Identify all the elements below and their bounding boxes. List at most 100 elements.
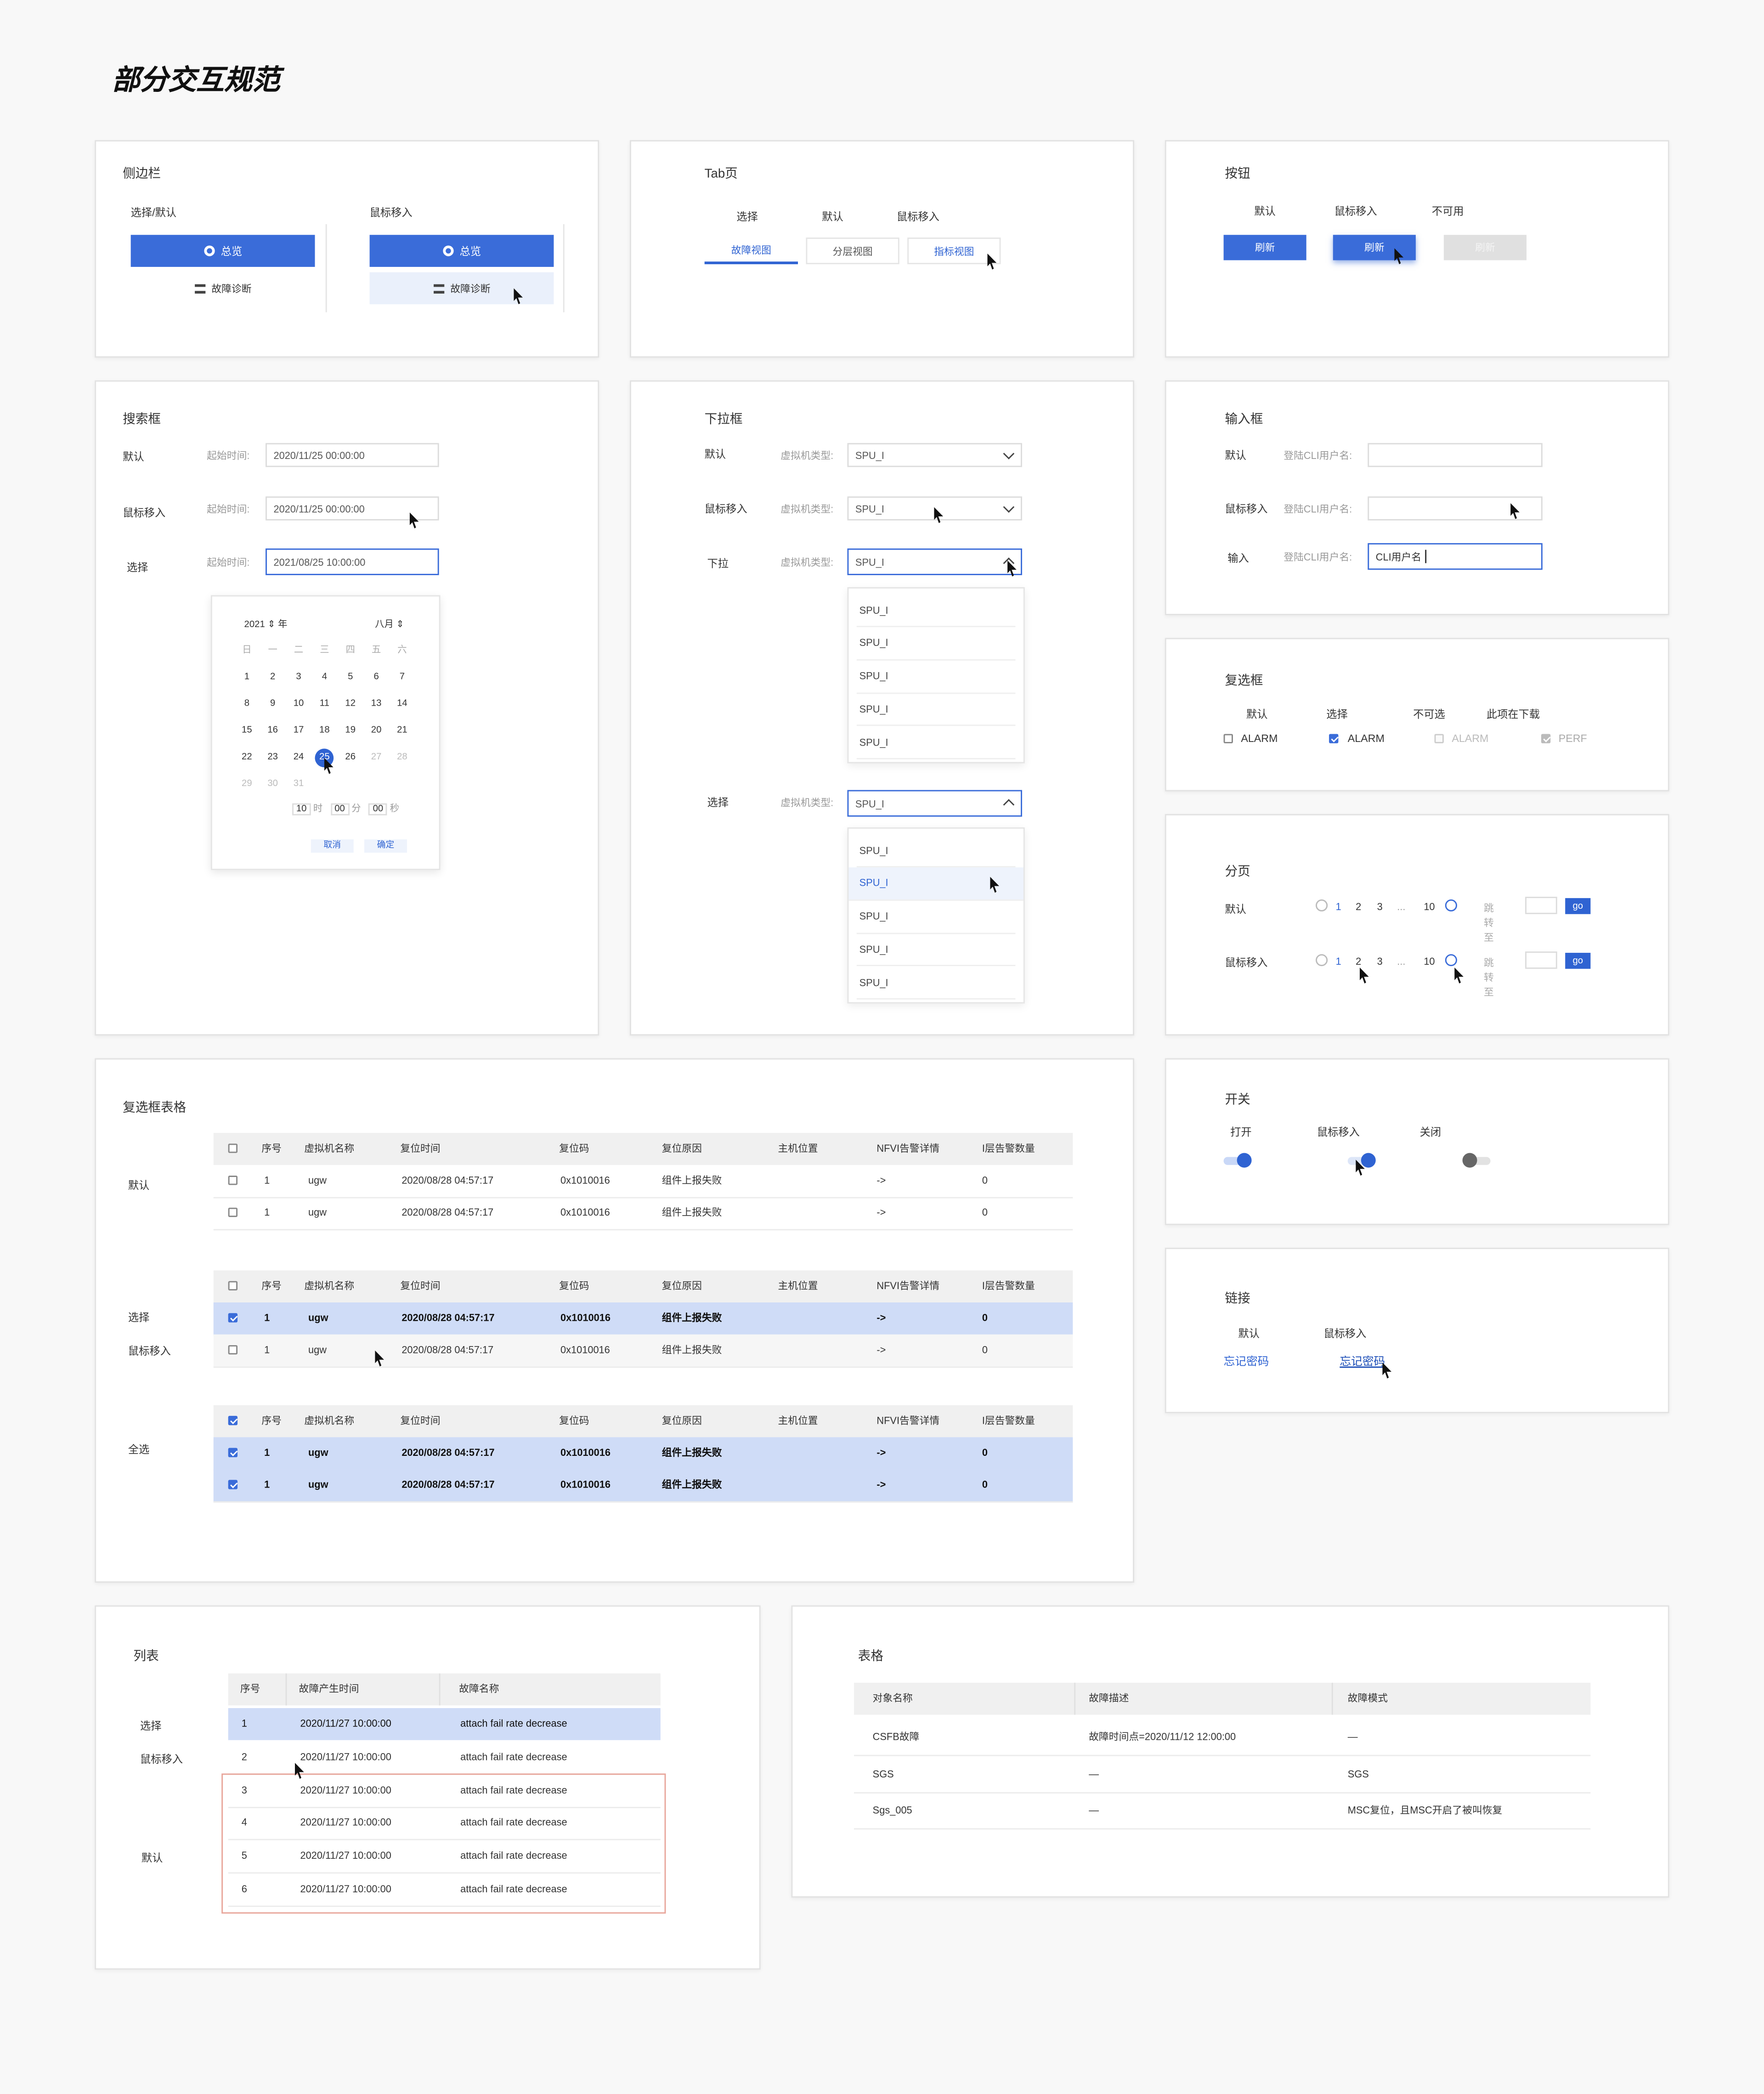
page-3[interactable]: 3 <box>1377 901 1383 913</box>
page-10[interactable]: 10 <box>1424 901 1435 913</box>
cli-user-input-typing[interactable]: CLI用户名 <box>1368 543 1543 570</box>
hour-input[interactable]: 10 <box>292 803 311 815</box>
calendar-day[interactable]: 2 <box>262 668 283 687</box>
prev-page-icon[interactable] <box>1316 899 1328 911</box>
calendar-day[interactable]: 20 <box>366 722 387 741</box>
list-item[interactable]: 1 2020/11/27 10:00:00 attach fail rate dec… <box>228 1708 661 1740</box>
table-row[interactable]: 1 ugw 2020/08/28 04:57:17 0x1010016 组件上报失败 ->… <box>213 1197 1073 1231</box>
sidebar-item-overview-active[interactable]: 总览 <box>130 235 315 267</box>
dropdown-option[interactable]: SPU_I <box>856 900 1016 934</box>
dropdown-option[interactable]: SPU_I <box>856 834 1016 868</box>
row-checkbox[interactable] <box>228 1176 238 1185</box>
dropdown-option[interactable]: SPU_I <box>856 967 1016 1000</box>
toggle-switch-off[interactable] <box>1462 1153 1492 1169</box>
calendar-day[interactable]: 11 <box>314 695 335 714</box>
table-row[interactable]: CSFB故障 故障时间点=2020/11/12 12:00:00 — <box>854 1719 1591 1756</box>
dropdown-option[interactable]: SPU_I <box>856 693 1016 727</box>
jump-page-input[interactable] <box>1525 951 1557 969</box>
cli-user-input[interactable] <box>1368 443 1543 467</box>
page-10[interactable]: 10 <box>1424 956 1435 968</box>
page-2[interactable]: 2 <box>1356 956 1361 968</box>
calendar-day[interactable]: 30 <box>262 775 283 794</box>
alarm-checkbox-checked[interactable] <box>1329 734 1339 743</box>
calendar-day[interactable]: 14 <box>391 695 413 714</box>
table-row[interactable]: 1 ugw 2020/08/28 04:57:17 0x1010016 组件上报失败 ->… <box>213 1165 1073 1199</box>
table-row[interactable]: 1 ugw 2020/08/28 04:57:17 0x1010016 组件上报失败 ->… <box>213 1334 1073 1368</box>
calendar-day[interactable]: 6 <box>366 668 387 687</box>
table-row[interactable]: 1 ugw 2020/08/28 04:57:17 0x1010016 组件上报失败 ->… <box>213 1302 1073 1336</box>
select-all-checkbox[interactable] <box>228 1143 238 1153</box>
row-checkbox[interactable] <box>228 1448 238 1457</box>
table-row[interactable]: 1 ugw 2020/08/28 04:57:17 0x1010016 组件上报失败 ->… <box>213 1469 1073 1503</box>
table-row[interactable]: Sgs_005 — MSC复位，且MSC开启了被叫恢复 <box>854 1792 1591 1830</box>
go-button[interactable]: go <box>1565 898 1591 914</box>
calendar-day[interactable]: 21 <box>391 722 413 741</box>
dropdown-option[interactable]: SPU_I <box>856 627 1016 661</box>
page-1[interactable]: 1 <box>1336 901 1341 913</box>
vm-type-select[interactable]: SPU_I <box>847 443 1023 467</box>
calendar-day[interactable]: 5 <box>340 668 361 687</box>
next-page-icon[interactable] <box>1445 899 1457 911</box>
calendar-day[interactable]: 4 <box>314 668 335 687</box>
calendar-day[interactable]: 10 <box>288 695 309 714</box>
calendar-day[interactable]: 7 <box>391 668 413 687</box>
calendar-day[interactable]: 8 <box>236 695 257 714</box>
cancel-button[interactable]: 取消 <box>311 839 354 853</box>
calendar-day[interactable]: 13 <box>366 695 387 714</box>
calendar-day[interactable]: 16 <box>262 722 283 741</box>
refresh-button[interactable]: 刷新 <box>1223 235 1306 260</box>
calendar-day[interactable]: 24 <box>288 749 309 768</box>
year-select[interactable]: 2021 ⇕ 年 <box>244 618 288 631</box>
sidebar-item-diagnosis[interactable]: 故障诊断 <box>131 272 315 305</box>
calendar-day[interactable]: 19 <box>340 722 361 741</box>
calendar-day[interactable]: 15 <box>236 722 257 741</box>
tab-metric-view-hover[interactable]: 指标视图 <box>907 238 1001 265</box>
forgot-password-link-hover[interactable]: 忘记密码 <box>1340 1353 1385 1369</box>
dropdown-option[interactable]: SPU_I <box>856 660 1016 694</box>
list-item[interactable]: 2 2020/11/27 10:00:00 attach fail rate dec… <box>228 1741 661 1775</box>
calendar-day[interactable]: 17 <box>288 722 309 741</box>
next-page-icon[interactable] <box>1445 954 1457 967</box>
select-all-checkbox[interactable] <box>228 1415 238 1426</box>
start-time-input-focused[interactable]: 2021/08/25 10:00:00 <box>266 548 439 575</box>
calendar-day[interactable]: 26 <box>340 749 361 768</box>
prev-page-icon[interactable] <box>1316 954 1328 967</box>
toggle-switch-on[interactable] <box>1223 1153 1253 1169</box>
calendar-day[interactable]: 1 <box>236 668 257 687</box>
table-row[interactable]: SGS — SGS <box>854 1755 1591 1793</box>
page-3[interactable]: 3 <box>1377 956 1383 968</box>
jump-page-input[interactable] <box>1525 896 1557 914</box>
minute-input[interactable]: 00 <box>330 803 349 815</box>
calendar-day[interactable]: 3 <box>288 668 309 687</box>
refresh-button-hover[interactable]: 刷新 <box>1333 235 1416 260</box>
calendar-day[interactable]: 28 <box>391 749 413 768</box>
calendar-day[interactable]: 23 <box>262 749 283 768</box>
calendar-day[interactable]: 9 <box>262 695 283 714</box>
vm-type-select-open[interactable]: SPU_I <box>847 548 1023 575</box>
row-checkbox[interactable] <box>228 1207 238 1217</box>
calendar-day[interactable]: 22 <box>236 749 257 768</box>
page-1[interactable]: 1 <box>1336 956 1341 968</box>
calendar-day[interactable]: 29 <box>236 775 257 794</box>
row-checkbox[interactable] <box>228 1313 238 1323</box>
second-input[interactable]: 00 <box>368 803 387 815</box>
start-time-input[interactable]: 2020/11/25 00:00:00 <box>266 443 439 467</box>
page-2[interactable]: 2 <box>1356 901 1361 913</box>
vm-type-select-selected[interactable]: SPU_I <box>847 790 1023 817</box>
tab-layer-view[interactable]: 分层视图 <box>806 238 899 265</box>
tab-fault-view-selected[interactable]: 故障视图 <box>704 238 798 265</box>
dropdown-option[interactable]: SPU_I <box>856 726 1016 760</box>
table-row[interactable]: 1 ugw 2020/08/28 04:57:17 0x1010016 组件上报失败 ->… <box>213 1437 1073 1471</box>
go-button[interactable]: go <box>1565 952 1591 969</box>
month-select[interactable]: 八月 ⇕ <box>375 618 404 631</box>
dropdown-option[interactable]: SPU_I <box>848 867 1023 901</box>
alarm-checkbox[interactable] <box>1223 734 1233 743</box>
row-checkbox[interactable] <box>228 1480 238 1489</box>
calendar-day[interactable]: 27 <box>366 749 387 768</box>
sidebar-item-diagnosis-hover[interactable]: 故障诊断 <box>369 272 554 305</box>
calendar-day[interactable]: 31 <box>288 775 309 794</box>
sidebar-item-overview-active[interactable]: 总览 <box>369 235 554 267</box>
forgot-password-link[interactable]: 忘记密码 <box>1224 1353 1269 1369</box>
select-all-checkbox[interactable] <box>228 1281 238 1290</box>
confirm-button[interactable]: 确定 <box>364 839 407 853</box>
